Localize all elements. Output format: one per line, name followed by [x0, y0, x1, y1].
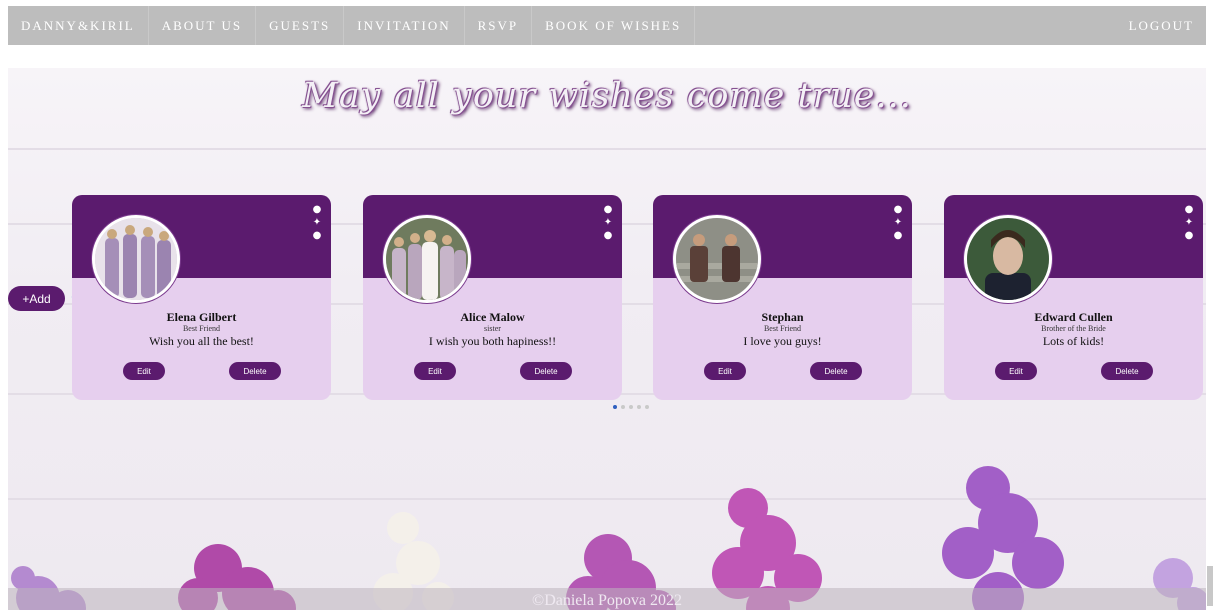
github-icon[interactable]: ● [1184, 231, 1194, 241]
edit-button[interactable]: Edit [995, 362, 1037, 380]
add-wish-button[interactable]: +Add [8, 286, 65, 311]
wish-card: ● ✦ ● Stephan Best Friend I love you guy… [653, 195, 912, 400]
nav-invitation[interactable]: INVITATION [344, 6, 465, 45]
delete-button[interactable]: Delete [810, 362, 862, 380]
facebook-icon[interactable]: ● [1184, 205, 1194, 215]
carousel-dot[interactable] [613, 405, 617, 409]
top-nav: DANNY&KIRIL ABOUT US GUESTS INVITATION R… [8, 6, 1206, 45]
social-links: ● ✦ ● [603, 205, 613, 241]
carousel-dot[interactable] [621, 405, 625, 409]
scrollbar-thumb[interactable] [1207, 566, 1213, 606]
twitter-icon[interactable]: ✦ [312, 218, 322, 228]
card-name: Edward Cullen [1034, 310, 1113, 324]
vertical-scrollbar[interactable] [1206, 46, 1214, 610]
nav-home[interactable]: DANNY&KIRIL [8, 6, 149, 45]
twitter-icon[interactable]: ✦ [893, 218, 903, 228]
github-icon[interactable]: ● [603, 231, 613, 241]
facebook-icon[interactable]: ● [312, 205, 322, 215]
github-icon[interactable]: ● [893, 231, 903, 241]
card-relation: Best Friend [182, 324, 221, 333]
card-message: Lots of kids! [1042, 334, 1105, 348]
social-links: ● ✦ ● [893, 205, 903, 241]
avatar [673, 215, 761, 303]
carousel-dot[interactable] [629, 405, 633, 409]
delete-button[interactable]: Delete [229, 362, 281, 380]
avatar [383, 215, 471, 303]
twitter-icon[interactable]: ✦ [603, 218, 613, 228]
carousel-dot[interactable] [645, 405, 649, 409]
carousel-dot[interactable] [637, 405, 641, 409]
nav-book-of-wishes[interactable]: BOOK OF WISHES [532, 6, 696, 45]
page-headline: May all your wishes come true... [302, 76, 912, 116]
edit-button[interactable]: Edit [414, 362, 456, 380]
delete-button[interactable]: Delete [520, 362, 572, 380]
nav-guests[interactable]: GUESTS [256, 6, 345, 45]
card-relation: Best Friend [763, 324, 802, 333]
social-links: ● ✦ ● [1184, 205, 1194, 241]
edit-button[interactable]: Edit [123, 362, 165, 380]
wish-card: ● ✦ ● Alice Malow sister I wish you both… [363, 195, 622, 400]
card-name: Stephan [761, 310, 804, 324]
card-relation: sister [484, 324, 501, 333]
nav-about-us[interactable]: ABOUT US [149, 6, 257, 45]
github-icon[interactable]: ● [312, 231, 322, 241]
social-links: ● ✦ ● [312, 205, 322, 241]
card-message: I wish you both hapiness!! [428, 334, 557, 348]
footer-copyright: ©Daniela Popova 2022 [8, 588, 1206, 610]
avatar [92, 215, 180, 303]
card-message: I love you guys! [743, 334, 822, 348]
card-name: Elena Gilbert [166, 310, 237, 324]
card-message: Wish you all the best! [149, 334, 254, 348]
wish-card: ● ✦ ● Edward Cullen Brother of the Bride… [944, 195, 1203, 400]
card-name: Alice Malow [460, 310, 525, 324]
nav-logout[interactable]: LOGOUT [1116, 6, 1206, 45]
carousel-dots [613, 405, 649, 409]
facebook-icon[interactable]: ● [603, 205, 613, 215]
twitter-icon[interactable]: ✦ [1184, 218, 1194, 228]
wish-card: ● ✦ ● Elena Gilbert Best Friend Wish you… [72, 195, 331, 400]
card-relation: Brother of the Bride [1041, 324, 1106, 333]
edit-button[interactable]: Edit [704, 362, 746, 380]
avatar [964, 215, 1052, 303]
delete-button[interactable]: Delete [1101, 362, 1153, 380]
nav-rsvp[interactable]: RSVP [465, 6, 533, 45]
facebook-icon[interactable]: ● [893, 205, 903, 215]
